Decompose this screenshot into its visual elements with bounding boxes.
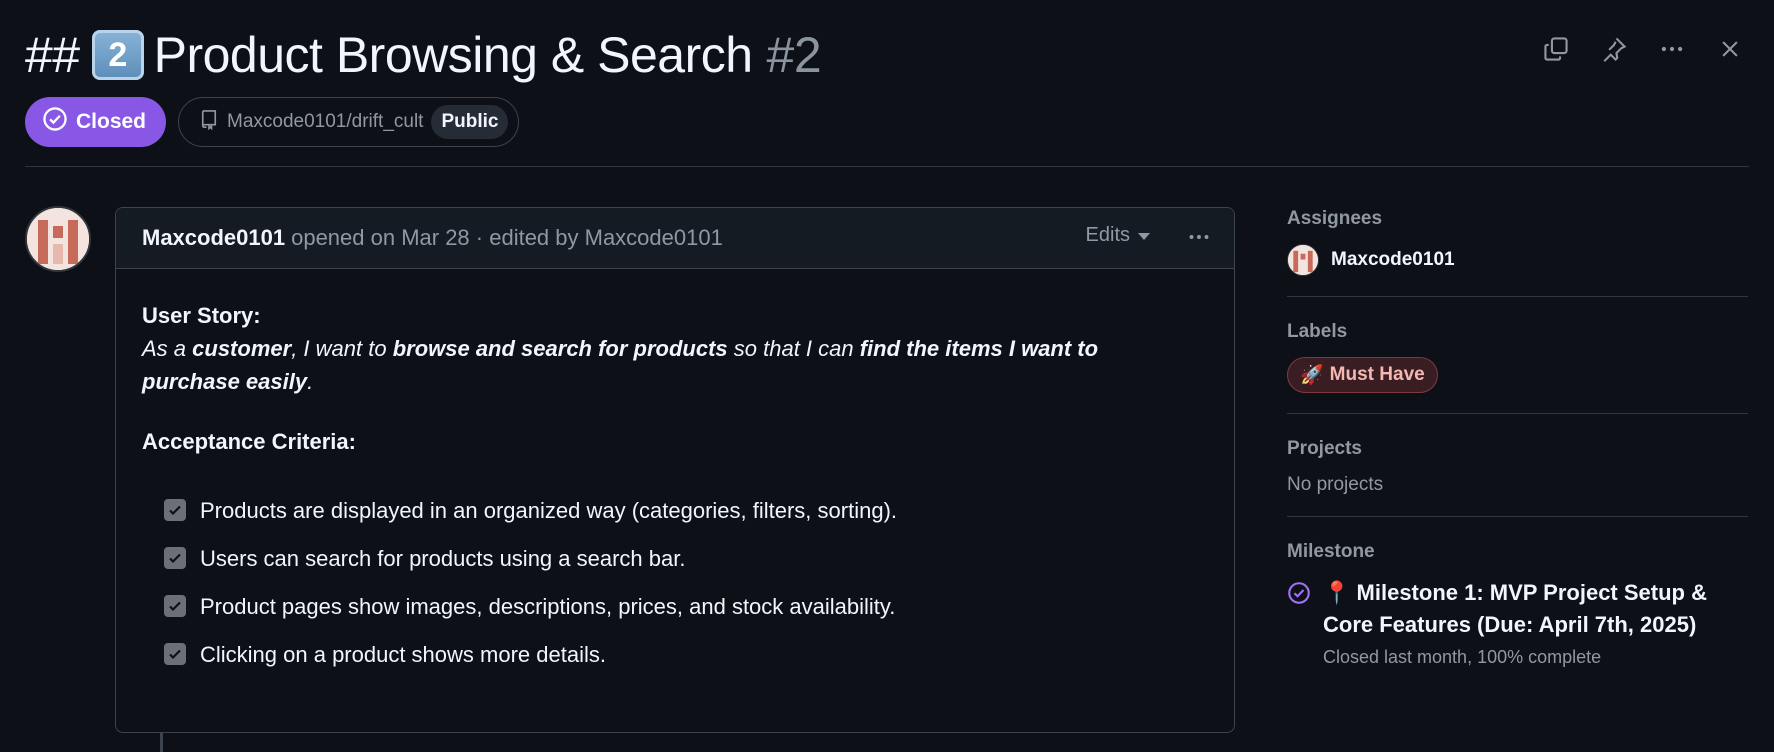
repo-icon (199, 108, 219, 136)
comment-header: Maxcode0101 opened on Mar 28 · edited by… (116, 208, 1234, 269)
assignee[interactable]: Maxcode0101 (1287, 244, 1748, 276)
edits-label: Edits (1085, 224, 1130, 246)
milestone-name: 📍 Milestone 1: MVP Project Setup & Core … (1323, 577, 1748, 641)
milestone-section: Milestone 📍 Milestone 1: MVP Project Set… (1287, 541, 1748, 688)
criterion-text: Product pages show images, descriptions,… (200, 593, 896, 619)
comment-kebab-icon[interactable] (1182, 222, 1216, 252)
criteria-list: Products are displayed in an organized w… (142, 486, 1208, 678)
repo-name: Maxcode0101/drift_cult (227, 111, 424, 132)
closed-state-badge: Closed (25, 97, 167, 147)
projects-title[interactable]: Projects (1287, 438, 1748, 460)
comment-meta: opened on Mar 28 · edited by Maxcode0101 (291, 225, 723, 250)
criterion-text: Clicking on a product shows more details… (200, 641, 606, 667)
timeline-line (160, 733, 163, 752)
projects-value: No projects (1287, 474, 1384, 495)
issue-title: ## 2 Product Browsing & Search #2 (25, 26, 822, 84)
list-item: Users can search for products using a se… (164, 534, 1208, 582)
story-heading: User Story: (142, 303, 261, 328)
milestone-title[interactable]: Milestone (1287, 541, 1748, 563)
triangle-down-icon (1138, 224, 1150, 247)
close-icon[interactable] (1711, 30, 1749, 68)
milestone-name-text: Milestone 1: MVP Project Setup & Core Fe… (1323, 580, 1707, 637)
label-text: Must Have (1329, 364, 1425, 385)
assignees-title[interactable]: Assignees (1287, 208, 1748, 230)
keycap-2-emoji: 2 (91, 30, 144, 80)
check-circle-icon (42, 106, 68, 138)
criteria-heading: Acceptance Criteria: (142, 429, 356, 454)
checkbox-icon[interactable] (164, 643, 186, 665)
milestone-item[interactable]: 📍 Milestone 1: MVP Project Setup & Core … (1287, 577, 1748, 668)
story-text: . (307, 369, 314, 394)
labels-section: Labels 🚀 Must Have (1287, 321, 1748, 414)
milestone-status: Closed last month, 100% complete (1323, 647, 1602, 667)
header-divider (25, 166, 1749, 167)
checkbox-icon[interactable] (164, 547, 186, 569)
criterion-text: Users can search for products using a se… (200, 545, 686, 571)
comment-body: User Story: As a customer, I want to bro… (116, 269, 1234, 708)
pin-icon[interactable] (1595, 30, 1633, 68)
criterion-text: Products are displayed in an organized w… (200, 497, 898, 523)
copy-icon[interactable] (1537, 30, 1575, 68)
milestone-check-icon (1287, 581, 1311, 668)
visibility-badge: Public (431, 105, 509, 139)
checkbox-icon[interactable] (164, 499, 186, 521)
title-text: Product Browsing & Search (153, 27, 753, 83)
issue-sidebar: Assignees Maxcode0101 Labels 🚀 Must Have… (1287, 208, 1748, 712)
assignee-name: Maxcode0101 (1331, 249, 1455, 270)
header-actions (1537, 30, 1749, 68)
issue-number: #2 (766, 27, 822, 83)
label-must-have[interactable]: 🚀 Must Have (1287, 357, 1438, 393)
list-item: Products are displayed in an organized w… (164, 486, 1208, 534)
state-label: Closed (76, 110, 147, 133)
edits-dropdown[interactable]: Edits (1086, 224, 1150, 247)
list-item: Product pages show images, descriptions,… (164, 582, 1208, 630)
story-role: customer (192, 336, 292, 361)
user-story: As a customer, I want to browse and sear… (142, 332, 1152, 398)
issue-comment: Maxcode0101 opened on Mar 28 · edited by… (115, 207, 1235, 733)
pin-emoji-icon: 📍 (1323, 580, 1351, 605)
projects-section: Projects No projects (1287, 438, 1748, 517)
story-goal: browse and search for products (392, 336, 728, 361)
story-text: so that I can (727, 336, 860, 361)
checkbox-icon[interactable] (164, 595, 186, 617)
assignees-section: Assignees Maxcode0101 (1287, 208, 1748, 297)
labels-title[interactable]: Labels (1287, 321, 1748, 343)
issue-meta: Closed Maxcode0101/drift_cult Public (25, 97, 520, 147)
rocket-icon: 🚀 (1300, 365, 1324, 386)
repo-link[interactable]: Maxcode0101/drift_cult Public (178, 97, 520, 147)
list-item: Clicking on a product shows more details… (164, 630, 1208, 678)
story-text: , I want to (291, 336, 393, 361)
issue-header: ## 2 Product Browsing & Search #2 (25, 20, 1749, 90)
assignee-avatar (1287, 244, 1319, 276)
title-prefix: ## (25, 27, 80, 83)
kebab-icon[interactable] (1653, 30, 1691, 68)
story-text: As a (142, 336, 193, 361)
author-avatar[interactable] (25, 206, 91, 272)
comment-author[interactable]: Maxcode0101 (142, 225, 285, 251)
